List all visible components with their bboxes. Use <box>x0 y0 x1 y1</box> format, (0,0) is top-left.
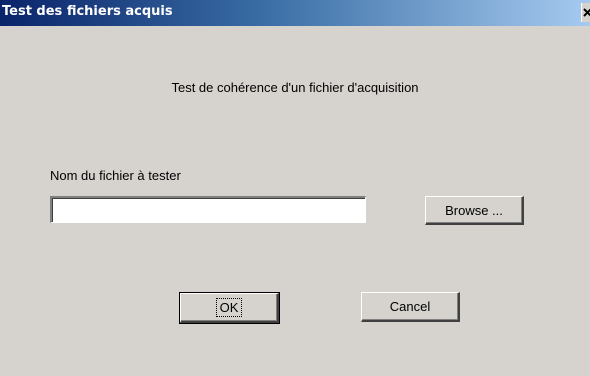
close-icon <box>583 8 590 17</box>
title-bar[interactable]: Test des fichiers acquis <box>0 0 590 26</box>
dialog-window: Test des fichiers acquis Test de cohéren… <box>0 0 590 376</box>
ok-button[interactable]: OK <box>179 292 280 324</box>
cancel-button[interactable]: Cancel <box>361 292 460 322</box>
file-name-label: Nom du fichier à tester <box>50 168 181 183</box>
close-button[interactable] <box>581 3 590 22</box>
ok-button-label: OK <box>215 298 243 317</box>
dialog-heading: Test de cohérence d'un fichier d'acquisi… <box>171 80 419 95</box>
window-title: Test des fichiers acquis <box>2 4 173 19</box>
file-name-input[interactable] <box>50 196 366 223</box>
browse-button[interactable]: Browse ... <box>425 196 524 225</box>
